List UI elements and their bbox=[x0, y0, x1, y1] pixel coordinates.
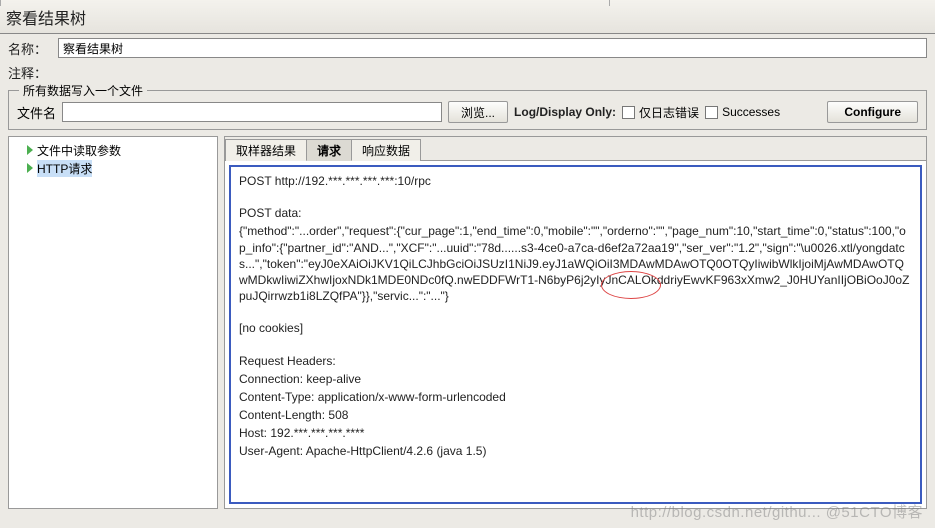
checkbox-icon bbox=[622, 106, 635, 119]
title-text: 察看结果树 bbox=[6, 5, 86, 29]
tree-item-label: HTTP请求 bbox=[37, 160, 92, 177]
success-icon bbox=[27, 163, 33, 173]
filename-label: 文件名 bbox=[17, 103, 56, 122]
result-tree[interactable]: 文件中读取参数 HTTP请求 bbox=[8, 136, 218, 509]
browse-button[interactable]: 浏览... bbox=[448, 101, 508, 123]
tree-item-label: 文件中读取参数 bbox=[37, 142, 121, 159]
comment-display bbox=[58, 62, 927, 82]
filename-input[interactable] bbox=[62, 102, 442, 122]
tab-response-data[interactable]: 响应数据 bbox=[351, 139, 421, 161]
tab-request[interactable]: 请求 bbox=[306, 139, 352, 161]
header-line: Connection: keep-alive bbox=[239, 371, 912, 387]
headers-label: Request Headers: bbox=[239, 353, 912, 369]
request-view[interactable]: POST http://192.***.***.***.***:10/rpc P… bbox=[229, 165, 922, 504]
log-display-label: Log/Display Only: bbox=[514, 105, 616, 119]
errors-only-checkbox[interactable]: 仅日志错误 bbox=[622, 104, 699, 121]
file-output-legend: 所有数据写入一个文件 bbox=[19, 82, 147, 99]
checkbox-icon bbox=[705, 106, 718, 119]
name-label: 名称： bbox=[8, 39, 58, 58]
tree-item[interactable]: HTTP请求 bbox=[11, 159, 215, 177]
file-output-fieldset: 所有数据写入一个文件 文件名 浏览... Log/Display Only: 仅… bbox=[8, 90, 927, 130]
detail-panel: 取样器结果 请求 响应数据 POST http://192.***.***.**… bbox=[224, 136, 927, 509]
post-data-label: POST data: bbox=[239, 205, 912, 221]
header-line: Content-Type: application/x-www-form-url… bbox=[239, 389, 912, 405]
tab-sampler-result[interactable]: 取样器结果 bbox=[225, 139, 307, 161]
tabs: 取样器结果 请求 响应数据 bbox=[225, 137, 926, 161]
request-line: POST http://192.***.***.***.***:10/rpc bbox=[239, 173, 912, 189]
name-input[interactable] bbox=[58, 38, 927, 58]
configure-button[interactable]: Configure bbox=[827, 101, 918, 123]
no-cookies: [no cookies] bbox=[239, 320, 912, 336]
header-line: Content-Length: 508 bbox=[239, 407, 912, 423]
errors-only-label: 仅日志错误 bbox=[639, 104, 699, 121]
header-line: Host: 192.***.***.***.**** bbox=[239, 425, 912, 441]
header-line: User-Agent: Apache-HttpClient/4.2.6 (jav… bbox=[239, 443, 912, 459]
successes-checkbox[interactable]: Successes bbox=[705, 105, 780, 119]
success-icon bbox=[27, 145, 33, 155]
watermark: http://blog.csdn.net/githu... @51CTO博客 bbox=[631, 501, 923, 522]
tree-item[interactable]: 文件中读取参数 bbox=[11, 141, 215, 159]
post-body: {"method":"...order","request":{"cur_pag… bbox=[239, 223, 912, 304]
comment-label: 注释： bbox=[8, 63, 58, 82]
successes-label: Successes bbox=[722, 105, 780, 119]
